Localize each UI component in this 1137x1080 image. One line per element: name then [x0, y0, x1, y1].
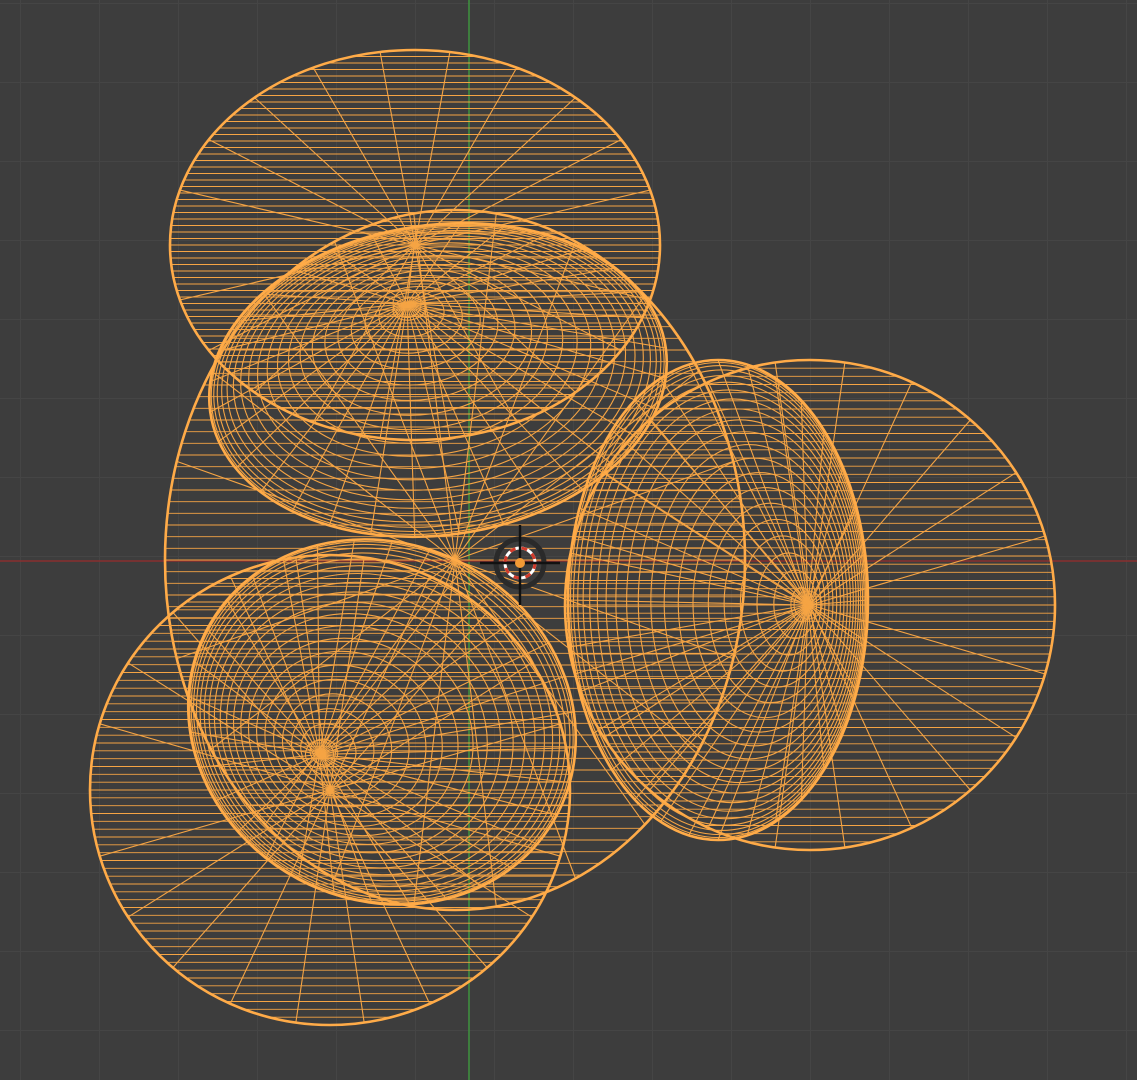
- object-origin-icon: [515, 558, 525, 568]
- wire-rib: [319, 676, 565, 755]
- wire-ring: [187, 538, 577, 906]
- wire-outline: [186, 538, 578, 906]
- wire-rib: [260, 303, 408, 493]
- wire-rib: [809, 604, 1046, 675]
- wire-rib: [319, 642, 549, 755]
- wire-ring: [240, 235, 627, 501]
- wire-rib: [414, 189, 651, 246]
- wire-rib: [807, 466, 844, 606]
- wire-rib: [649, 604, 811, 791]
- wire-rib: [127, 662, 331, 791]
- wire-rib: [592, 466, 809, 606]
- wire-ring: [188, 539, 576, 905]
- wire-ring: [190, 543, 571, 902]
- wire-rib: [329, 789, 365, 1023]
- viewport-scene[interactable]: [0, 0, 1137, 1080]
- lobe-bottom-left[interactable]: [88, 553, 572, 1027]
- 3d-viewport[interactable]: [0, 0, 1137, 1080]
- wire-ring: [226, 601, 502, 862]
- wire-rib: [567, 599, 809, 606]
- wire-rib: [172, 789, 331, 968]
- wire-rib: [329, 789, 561, 857]
- lobe-bottom-left-inner[interactable]: [124, 472, 641, 972]
- wire-rib: [454, 213, 497, 561]
- wire-rib: [319, 711, 574, 755]
- wire-rib: [254, 97, 416, 246]
- wire-rib: [229, 789, 331, 1004]
- wire-rib: [774, 604, 811, 848]
- wire-rib: [210, 559, 456, 750]
- wire-rib: [414, 51, 451, 246]
- wire-rib: [660, 377, 809, 606]
- wire-rib: [809, 362, 846, 606]
- wire-rib: [208, 139, 416, 246]
- wire-ring: [247, 637, 459, 837]
